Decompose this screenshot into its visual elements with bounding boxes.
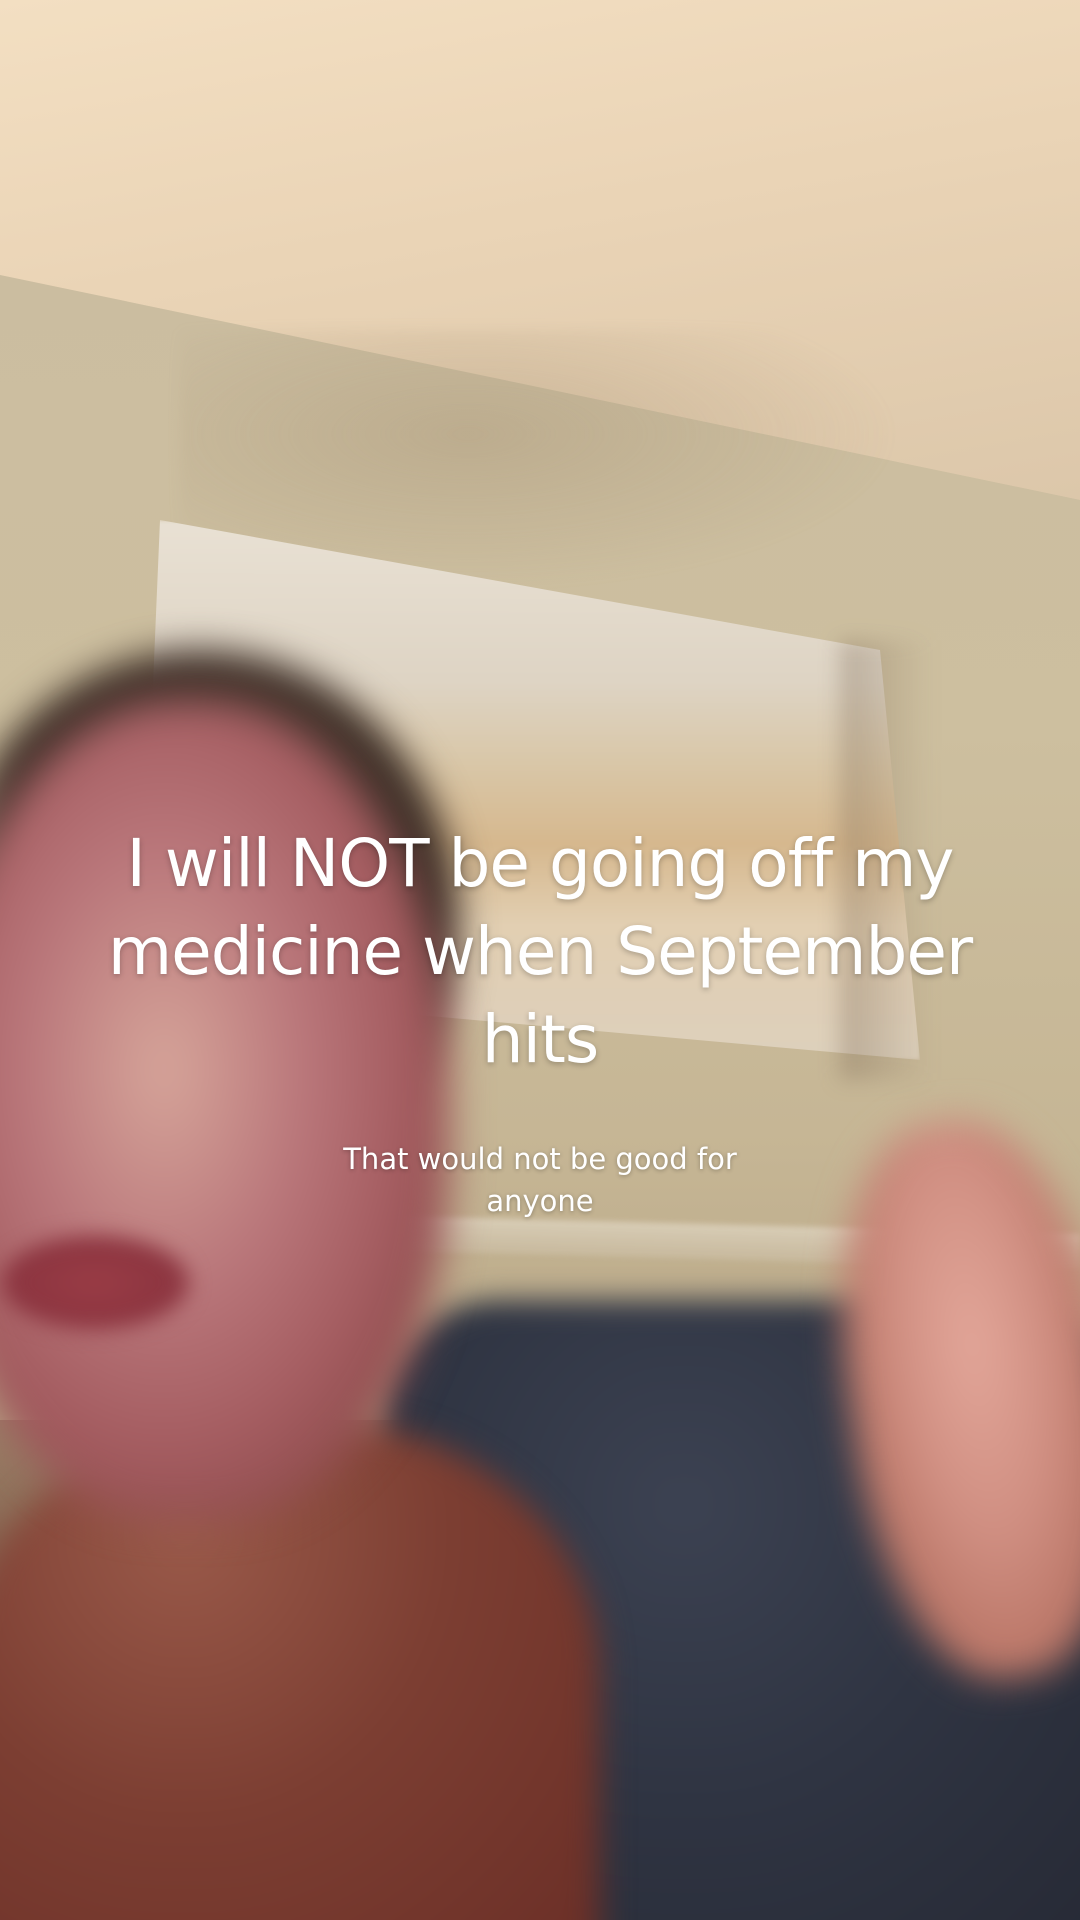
video-frame[interactable]: I will NOT be going off my medicine when… [0,0,1080,1920]
video-caption-main: I will NOT be going off my medicine when… [107,825,973,1078]
video-caption-sub: That would not be good for anyone [343,1142,737,1218]
person-lips [0,1235,190,1330]
